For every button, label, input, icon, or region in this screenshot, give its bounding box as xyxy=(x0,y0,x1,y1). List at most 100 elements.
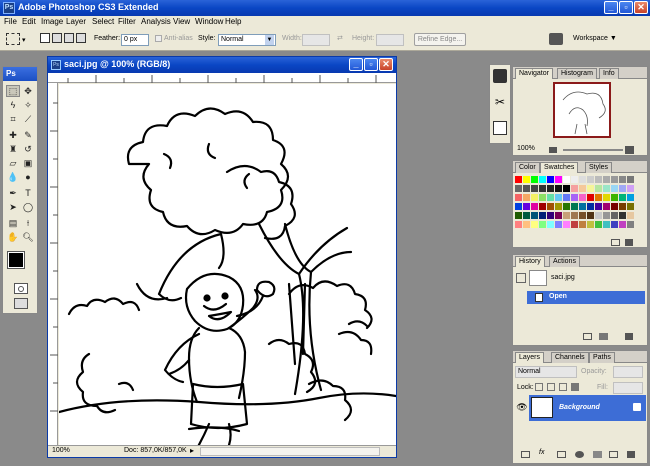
close-button[interactable]: ✕ xyxy=(634,1,648,14)
menu-window[interactable]: Window xyxy=(195,17,223,26)
color-swatch[interactable] xyxy=(515,203,522,210)
color-swatch[interactable] xyxy=(547,212,554,219)
shape-tool-icon[interactable]: ◯ xyxy=(21,201,35,213)
swatch-grid[interactable] xyxy=(515,176,639,236)
chevron-down-icon[interactable]: ▾ xyxy=(22,36,26,44)
tab-color[interactable]: Color xyxy=(515,162,540,173)
color-swatch[interactable] xyxy=(555,176,562,183)
color-swatch[interactable] xyxy=(595,221,602,228)
color-swatch[interactable] xyxy=(611,203,618,210)
color-swatch[interactable] xyxy=(539,212,546,219)
antialias-checkbox[interactable] xyxy=(155,35,162,42)
status-menu-arrow-icon[interactable]: ▸ xyxy=(190,446,194,455)
color-swatch[interactable] xyxy=(539,176,546,183)
color-swatch[interactable] xyxy=(539,194,546,201)
zoom-in-icon[interactable] xyxy=(625,146,634,154)
color-swatch[interactable] xyxy=(571,176,578,183)
maximize-button[interactable]: ▫ xyxy=(619,1,633,14)
adjustment-layer-icon[interactable] xyxy=(575,451,584,458)
visibility-eye-icon[interactable]: 👁︎ xyxy=(516,402,528,414)
color-swatch[interactable] xyxy=(595,176,602,183)
color-swatch[interactable] xyxy=(619,212,626,219)
color-swatch[interactable] xyxy=(539,185,546,192)
color-swatch[interactable] xyxy=(523,221,530,228)
color-swatch[interactable] xyxy=(523,194,530,201)
style-select[interactable]: Normal ▼ xyxy=(218,34,276,46)
color-swatch[interactable] xyxy=(587,185,594,192)
color-swatch[interactable] xyxy=(531,176,538,183)
horizontal-ruler[interactable] xyxy=(48,73,396,83)
blend-mode-select[interactable]: Normal xyxy=(515,366,577,378)
minimize-button[interactable]: _ xyxy=(604,1,618,14)
trash-icon[interactable] xyxy=(627,451,635,458)
layer-comps-icon[interactable] xyxy=(493,121,507,135)
doc-close-button[interactable]: ✕ xyxy=(379,58,393,71)
layer-row-background[interactable]: Background xyxy=(529,395,646,421)
zoom-tool-icon[interactable]: 🔍︎ xyxy=(21,231,35,243)
color-swatch[interactable] xyxy=(611,221,618,228)
opacity-input[interactable] xyxy=(613,366,643,378)
menu-edit[interactable]: Edit xyxy=(22,17,36,26)
color-swatch[interactable] xyxy=(563,176,570,183)
navigator-thumbnail[interactable] xyxy=(553,82,611,138)
snapshot-thumbnail[interactable] xyxy=(529,270,547,286)
menu-image[interactable]: Image xyxy=(41,17,63,26)
color-swatch[interactable] xyxy=(523,176,530,183)
color-swatch[interactable] xyxy=(547,176,554,183)
intersect-selection-icon[interactable] xyxy=(76,33,86,43)
tool-presets-icon[interactable]: ✂ xyxy=(493,95,507,109)
color-swatch[interactable] xyxy=(555,203,562,210)
eyedropper-tool-icon[interactable]: ⟊ xyxy=(21,217,35,229)
color-swatch[interactable] xyxy=(627,203,634,210)
color-swatch[interactable] xyxy=(611,176,618,183)
color-swatch[interactable] xyxy=(619,203,626,210)
color-swatch[interactable] xyxy=(579,194,586,201)
color-swatch[interactable] xyxy=(555,185,562,192)
doc-maximize-button[interactable]: ▫ xyxy=(364,58,378,71)
color-swatch[interactable] xyxy=(619,221,626,228)
zoom-level[interactable]: 100% xyxy=(52,447,70,454)
color-swatch[interactable] xyxy=(595,212,602,219)
marquee-preset-icon[interactable] xyxy=(6,33,20,45)
color-swatch[interactable] xyxy=(571,203,578,210)
color-swatch[interactable] xyxy=(603,194,610,201)
color-swatch[interactable] xyxy=(619,185,626,192)
notes-tool-icon[interactable]: ▤ xyxy=(6,217,20,229)
camera-icon[interactable] xyxy=(599,333,608,340)
lock-pixels-icon[interactable] xyxy=(547,383,555,391)
color-swatch[interactable] xyxy=(627,176,634,183)
color-swatch[interactable] xyxy=(587,194,594,201)
trash-icon[interactable] xyxy=(625,333,633,340)
color-swatch[interactable] xyxy=(571,185,578,192)
color-swatch[interactable] xyxy=(555,194,562,201)
color-swatch[interactable] xyxy=(515,221,522,228)
menu-help[interactable]: Help xyxy=(225,17,241,26)
healing-brush-tool-icon[interactable]: ✚ xyxy=(6,129,20,141)
workspace-menu[interactable]: Workspace ▼ xyxy=(573,35,617,42)
zoom-slider[interactable] xyxy=(563,149,623,151)
menu-filter[interactable]: Filter xyxy=(118,17,136,26)
color-swatch[interactable] xyxy=(587,176,594,183)
color-swatch[interactable] xyxy=(547,203,554,210)
color-swatch[interactable] xyxy=(579,176,586,183)
color-swatch[interactable] xyxy=(515,185,522,192)
color-swatch[interactable] xyxy=(603,203,610,210)
tab-actions[interactable]: Actions xyxy=(549,256,580,267)
group-folder-icon[interactable] xyxy=(593,451,602,458)
magic-wand-tool-icon[interactable]: ✧ xyxy=(21,99,35,111)
color-swatch[interactable] xyxy=(619,194,626,201)
color-swatch[interactable] xyxy=(595,203,602,210)
color-swatch[interactable] xyxy=(563,221,570,228)
subtract-selection-icon[interactable] xyxy=(64,33,74,43)
color-swatch[interactable] xyxy=(595,185,602,192)
clone-stamp-tool-icon[interactable]: ♜ xyxy=(6,143,20,155)
color-swatch[interactable] xyxy=(531,185,538,192)
color-swatch[interactable] xyxy=(579,203,586,210)
trash-icon[interactable] xyxy=(625,239,633,246)
brushes-icon[interactable] xyxy=(493,69,507,83)
pen-tool-icon[interactable]: ✒ xyxy=(6,187,20,199)
color-swatch[interactable] xyxy=(547,185,554,192)
color-swatch[interactable] xyxy=(539,221,546,228)
doc-info[interactable]: Doc: 857,0K/857,0K xyxy=(124,447,187,454)
menu-analysis[interactable]: Analysis xyxy=(141,17,171,26)
